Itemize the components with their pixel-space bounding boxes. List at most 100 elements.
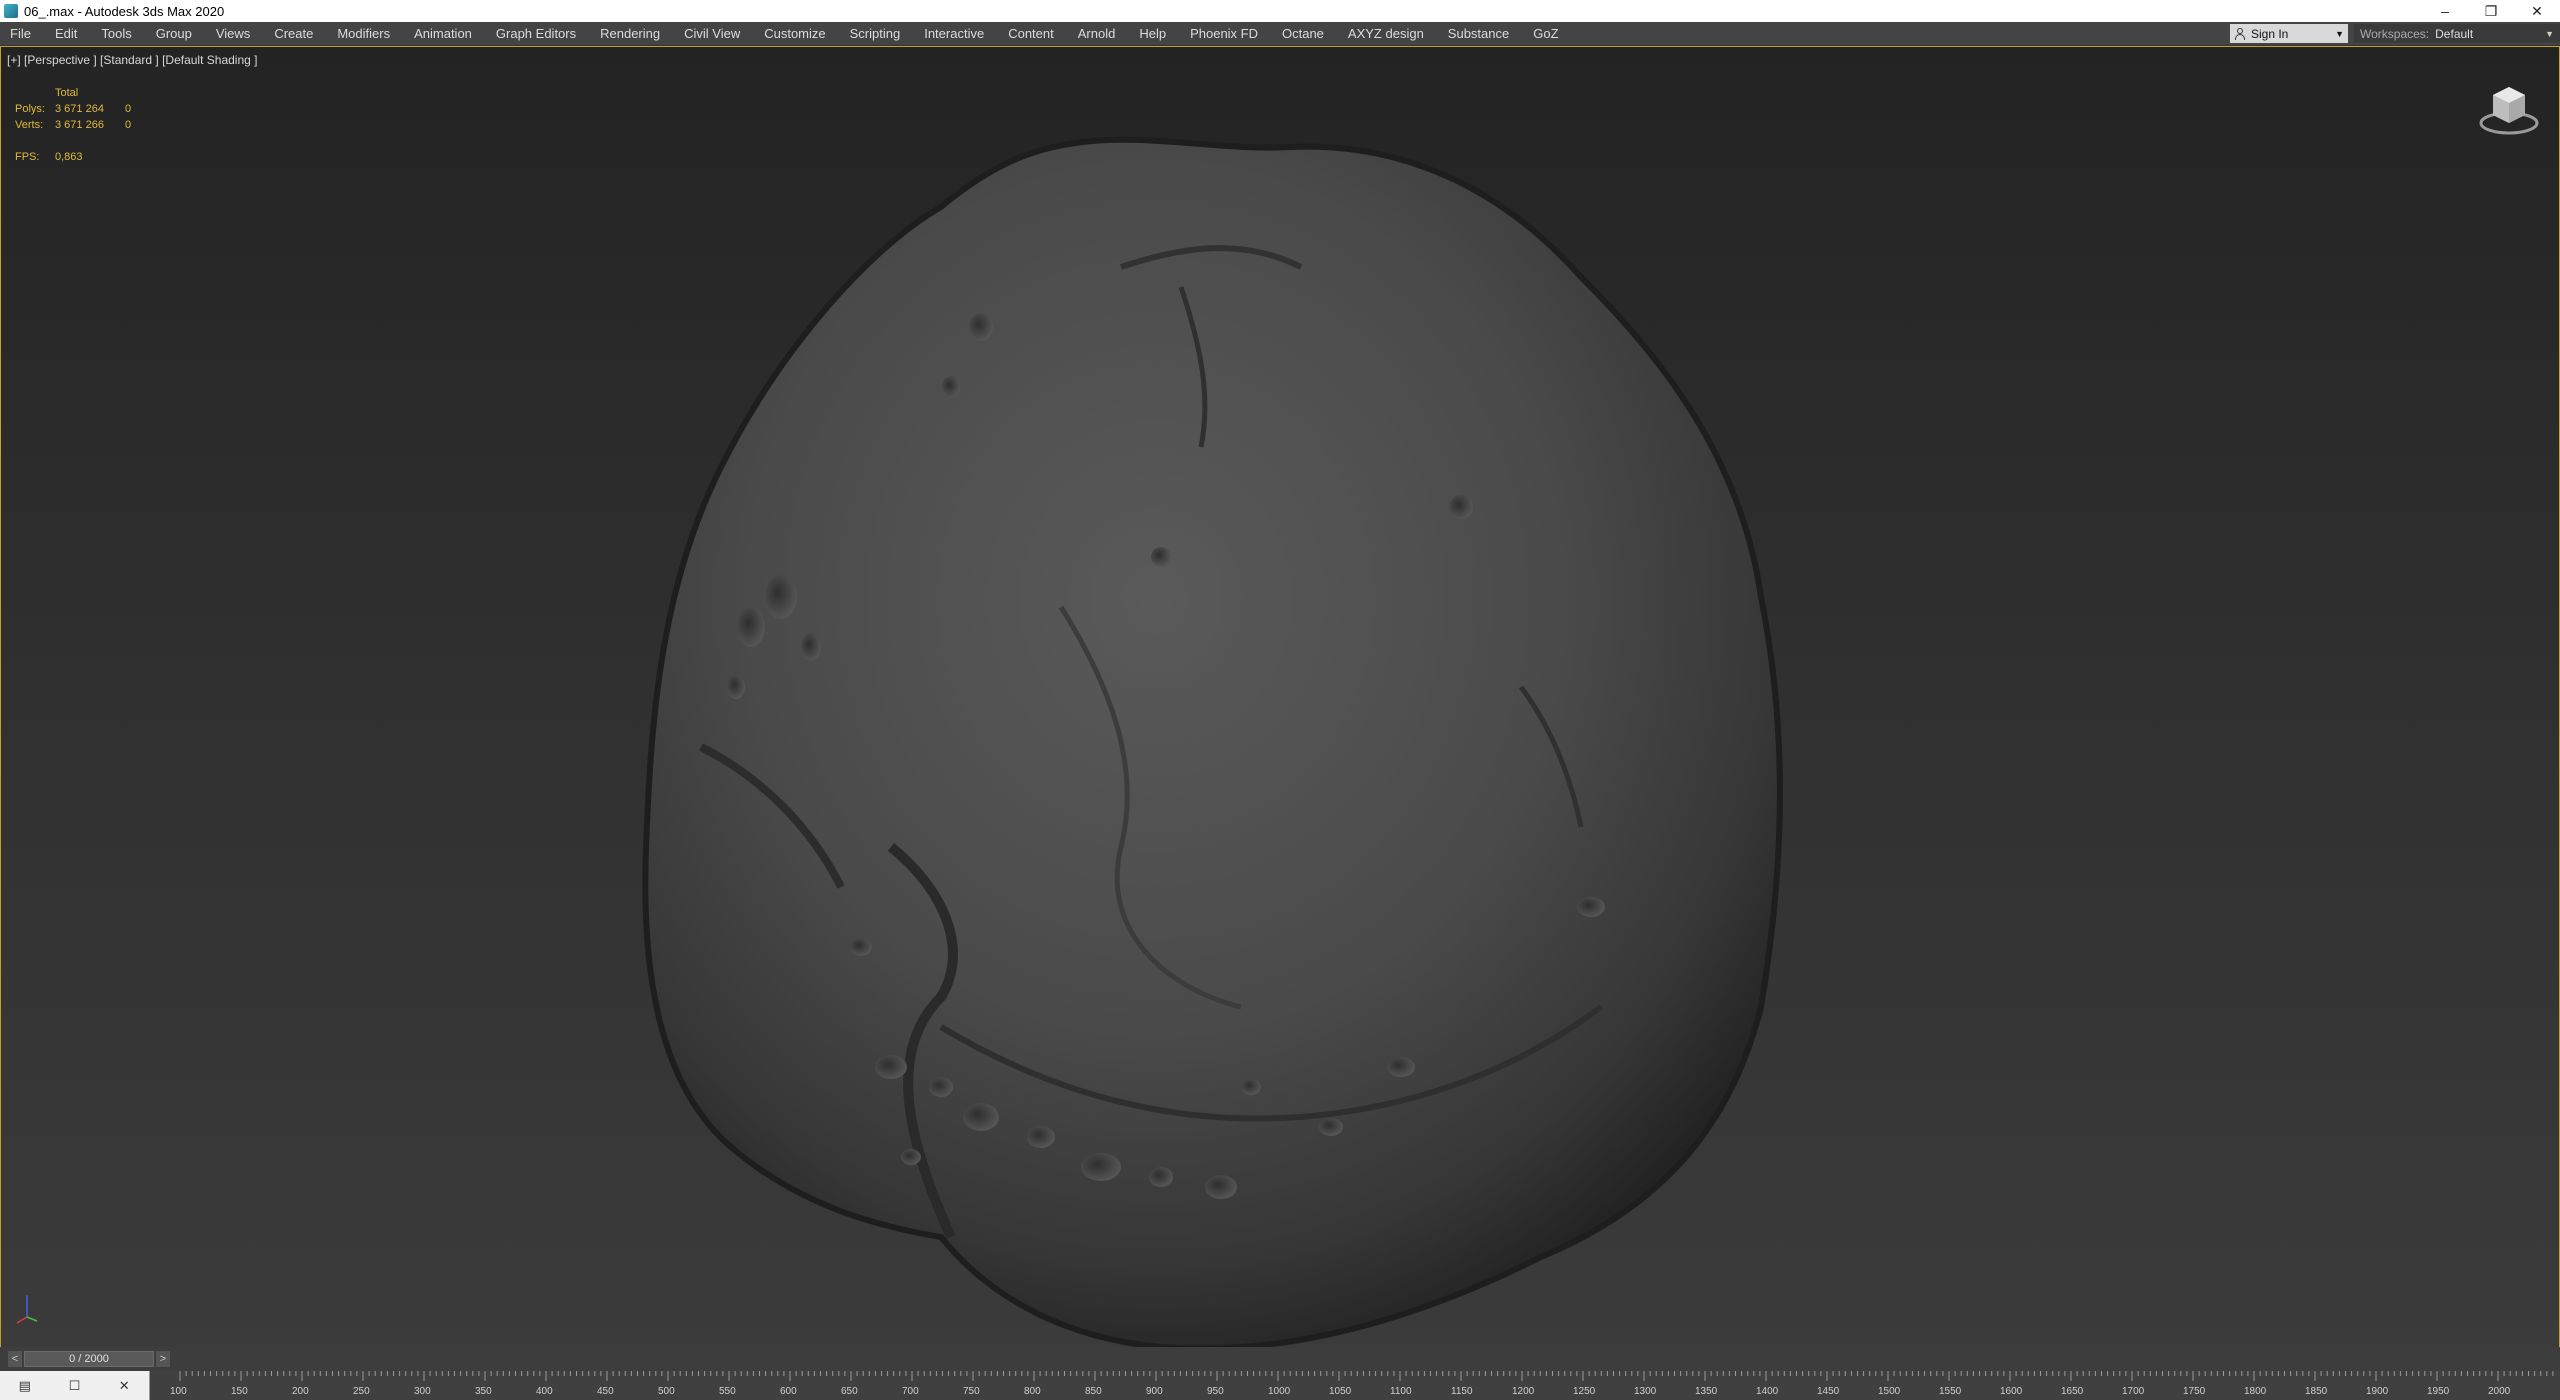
maxscript-mini-listener: ▤ ☐ ✕: [0, 1371, 150, 1400]
fps-label: FPS:: [15, 151, 40, 163]
workspaces-value: Default: [2435, 26, 2474, 41]
viewport-statistics: Total Polys: 3 671 264 0 Verts: 3 671 26…: [15, 85, 195, 165]
app-icon: [4, 4, 18, 18]
ruler-tick-label: 1100: [1390, 1386, 1412, 1397]
ruler-tick-label: 600: [780, 1386, 797, 1397]
perspective-viewport[interactable]: [+] [Perspective ] [Standard ] [Default …: [0, 46, 2560, 1348]
menu-octane[interactable]: Octane: [1270, 22, 1336, 45]
user-icon: [2234, 27, 2246, 40]
verts-selected: 0: [125, 119, 132, 131]
workspaces-label: Workspaces:: [2360, 26, 2430, 41]
window-controls: – ❐ ✕: [2422, 0, 2560, 22]
menu-tools[interactable]: Tools: [89, 22, 143, 45]
track-bar-ruler[interactable]: 100 150 200 250 300 350 400 450 500 550 600 650 700 7…: [150, 1371, 2560, 1400]
menu-edit[interactable]: Edit: [43, 22, 89, 45]
ruler-tick-label: 1400: [1756, 1386, 1779, 1397]
ruler-tick-label: 1800: [2244, 1386, 2267, 1397]
window-title: 06_.max - Autodesk 3ds Max 2020: [24, 3, 225, 19]
chevron-down-icon: ▼: [2335, 28, 2344, 39]
ruler-tick-label: 300: [414, 1386, 431, 1397]
workspaces-dropdown[interactable]: Workspaces: Default ▼: [2354, 24, 2560, 43]
menu-help[interactable]: Help: [1127, 22, 1178, 45]
ruler-tick-label: 100: [170, 1386, 187, 1397]
ruler-tick-label: 1600: [2000, 1386, 2023, 1397]
menu-file[interactable]: File: [0, 22, 43, 45]
ruler-tick-label: 1500: [1878, 1386, 1901, 1397]
menu-group[interactable]: Group: [144, 22, 204, 45]
fps-value: 0,863: [55, 151, 83, 163]
ruler-tick-label: 150: [231, 1386, 248, 1397]
menu-animation[interactable]: Animation: [402, 22, 484, 45]
menu-phoenix-fd[interactable]: Phoenix FD: [1178, 22, 1270, 45]
ruler-tick-label: 450: [597, 1386, 614, 1397]
menu-customize[interactable]: Customize: [752, 22, 837, 45]
ruler-tick-label: 1550: [1939, 1386, 1962, 1397]
title-bar: 06_.max - Autodesk 3ds Max 2020 – ❐ ✕: [0, 0, 2560, 22]
restore-button[interactable]: ❐: [2468, 0, 2514, 22]
polys-selected: 0: [125, 103, 132, 115]
sign-in-dropdown[interactable]: Sign In ▼: [2230, 24, 2348, 43]
viewport-label[interactable]: [+] [Perspective ] [Standard ] [Default …: [7, 53, 257, 67]
menu-substance[interactable]: Substance: [1436, 22, 1521, 45]
ruler-tick-label: 750: [963, 1386, 980, 1397]
menu-rendering[interactable]: Rendering: [588, 22, 672, 45]
ruler-tick-label: 2000: [2488, 1386, 2511, 1397]
ruler-tick-label: 700: [902, 1386, 919, 1397]
verts-total: 3 671 266: [55, 119, 104, 131]
ruler-tick-label: 1200: [1512, 1386, 1535, 1397]
menu-scripting[interactable]: Scripting: [838, 22, 913, 45]
close-icon[interactable]: ✕: [112, 1378, 136, 1394]
ruler-tick-label: 500: [658, 1386, 675, 1397]
ruler-tick-label: 1250: [1573, 1386, 1596, 1397]
listener-icon[interactable]: ▤: [13, 1378, 37, 1394]
menu-modifiers[interactable]: Modifiers: [325, 22, 402, 45]
menu-views[interactable]: Views: [204, 22, 262, 45]
menu-goz[interactable]: GoZ: [1521, 22, 1570, 45]
bottom-bar: ▤ ☐ ✕ 100 150 200 250 300 350 400 450 500 550 600 6…: [0, 1371, 2560, 1400]
ruler-tick-label: 850: [1085, 1386, 1102, 1397]
close-button[interactable]: ✕: [2514, 0, 2560, 22]
ruler-tick-label: 1050: [1329, 1386, 1352, 1397]
time-slider[interactable]: 0 / 2000: [24, 1351, 154, 1367]
axis-tripod-icon: [13, 1287, 43, 1327]
polys-total: 3 671 264: [55, 103, 104, 115]
ruler-tick-label: 550: [719, 1386, 736, 1397]
ruler-tick-label: 1300: [1634, 1386, 1657, 1397]
ruler-tick-label: 400: [536, 1386, 553, 1397]
polys-label: Polys:: [15, 103, 45, 115]
rock-mesh-object[interactable]: [641, 127, 1801, 1347]
ruler-tick-label: 1650: [2061, 1386, 2084, 1397]
ruler-tick-label: 800: [1024, 1386, 1041, 1397]
viewcube-icon[interactable]: [2477, 81, 2541, 141]
previous-frame-button[interactable]: <: [8, 1351, 22, 1367]
menu-civil-view[interactable]: Civil View: [672, 22, 752, 45]
ruler-tick-label: 1850: [2305, 1386, 2328, 1397]
menu-create[interactable]: Create: [262, 22, 325, 45]
time-slider-bar: < 0 / 2000 >: [0, 1347, 2560, 1371]
ruler-tick-label: 1950: [2427, 1386, 2450, 1397]
ruler-tick-label: 1900: [2366, 1386, 2389, 1397]
ruler-tick-label: 1450: [1817, 1386, 1840, 1397]
ruler-tick-label: 1700: [2122, 1386, 2145, 1397]
menu-interactive[interactable]: Interactive: [912, 22, 996, 45]
ruler-tick-label: 900: [1146, 1386, 1163, 1397]
ruler-tick-label: 350: [475, 1386, 492, 1397]
menu-axyz-design[interactable]: AXYZ design: [1336, 22, 1436, 45]
sign-in-label: Sign In: [2251, 26, 2289, 41]
menu-graph-editors[interactable]: Graph Editors: [484, 22, 588, 45]
stats-header: Total: [55, 87, 79, 99]
ruler-tick-label: 1000: [1268, 1386, 1291, 1397]
minimize-button[interactable]: –: [2422, 0, 2468, 22]
ruler-tick-label: 200: [292, 1386, 309, 1397]
menu-bar: File Edit Tools Group Views Create Modif…: [0, 22, 2560, 46]
menu-arnold[interactable]: Arnold: [1066, 22, 1128, 45]
ruler-tick-label: 250: [353, 1386, 370, 1397]
maximize-icon[interactable]: ☐: [62, 1378, 86, 1394]
menu-content[interactable]: Content: [996, 22, 1066, 45]
ruler-tick-label: 1350: [1695, 1386, 1718, 1397]
verts-label: Verts:: [15, 119, 44, 131]
ruler-tick-label: 1150: [1451, 1386, 1473, 1397]
next-frame-button[interactable]: >: [156, 1351, 170, 1367]
chevron-down-icon: ▼: [2545, 28, 2554, 39]
ruler-tick-label: 950: [1207, 1386, 1224, 1397]
